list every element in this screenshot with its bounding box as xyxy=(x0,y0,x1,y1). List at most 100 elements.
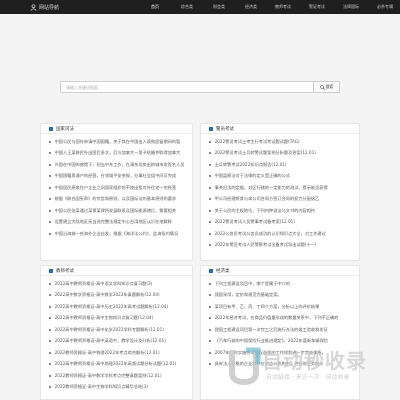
list-item[interactable]: 2022教师资格证-高中物理2022年考点综合解析(12.01) xyxy=(49,347,184,359)
panel-title[interactable]: 警员考试 xyxy=(216,126,234,132)
bullet-icon xyxy=(49,374,51,377)
article-link[interactable]: 中国公民与国外申请中国国籍，关于其在中国出入境和居留期间的管 xyxy=(55,139,181,145)
article-link[interactable]: 中国国籍男通产的经营，在领域平安关规，办事社会组中间可完成 xyxy=(55,173,176,179)
bullet-icon xyxy=(209,340,211,343)
nav-item-teacher-exam[interactable]: 教师考试 xyxy=(268,4,298,10)
article-link[interactable]: 中国居民原来住户企业之间国家组织的不按出租对外住宅一宅经营 xyxy=(55,185,176,191)
bullet-icon xyxy=(209,305,211,308)
article-link[interactable]: 2022教师资格证-高中生物学科知识点精华总结(3) xyxy=(55,384,148,390)
article-link[interactable]: 2022高中教师资格证-高中生物知识点复习题(12.04) xyxy=(55,315,154,321)
list-item[interactable]: 2022教师资格证-高中生物学科知识点精华总结(3) xyxy=(49,382,184,394)
article-link[interactable]: 甲公司经理将其与本公司合同方签订合同的权力分配给乙 xyxy=(215,196,320,202)
article-link[interactable]: 下列工程建设项目中，哪个是属于中介的 xyxy=(215,281,290,287)
list-item[interactable]: 2022公务员考试公务员成功的认识知识点大全，对工作建议 xyxy=(209,228,351,240)
bullet-icon xyxy=(49,363,51,366)
list-item[interactable]: 2022教师资格证-高中数学学科考点完整真题案例(12.01) xyxy=(49,370,184,382)
list-item[interactable]: 下列工程建设项目中，哪个是属于中介的 xyxy=(209,278,351,290)
nav-item-general[interactable]: 综合类 xyxy=(174,4,200,10)
panel-title[interactable]: 国家司法 xyxy=(56,126,74,132)
list-item[interactable]: 2022年经济考试，在商品价值量形成的数量关系中，下列不正确的 xyxy=(209,313,351,325)
article-link[interactable]: 中国沿海城一些海外企业自发，根据《海洋法公约》，此海条约情况 xyxy=(55,231,179,237)
panel-title[interactable]: 教师考试 xyxy=(56,268,74,274)
list-item[interactable]: 我国采用，定价和规范为基础定案。 xyxy=(209,290,351,302)
article-link[interactable]: 2022高中数学资格证-高中数学2022年真题解析(12.04) xyxy=(55,292,160,298)
search-button[interactable]: 搜索 xyxy=(314,81,340,93)
list-item[interactable]: 中国国籍男通产的经营，在领域平安关规，办事社会组中间可完成 xyxy=(49,171,184,183)
bullet-icon xyxy=(49,386,51,389)
list-item[interactable]: 2022高中教师资格证-高中英语中，教学设计及分析(12.01) xyxy=(49,336,184,348)
list-item[interactable]: 某项目有甲、乙、丙、丁四个方案，分析以上的评价结果 xyxy=(209,301,351,313)
bullet-icon xyxy=(49,294,51,297)
list-item[interactable]: 2022警员考试土兵转警试题案例分析题及答案(12.01) xyxy=(209,148,351,160)
article-link[interactable]: 设置建立大陆地区宪当选完整法规定中心台湾地区认识在地解释 xyxy=(55,219,172,225)
list-item[interactable]: 2022警员考试人员警事考试备考案(12.01) xyxy=(209,217,351,229)
list-item[interactable]: 2022高中数学资格证-高中数学2022年真题解析(12.04) xyxy=(49,290,184,302)
article-link[interactable]: 2022高中教师资格证-高中化学2022学科专题解析(12.01) xyxy=(55,327,164,333)
site-brand[interactable]: 网站导航 xyxy=(30,3,125,11)
article-link[interactable]: 《汽车行驶的中国保险行业推进规定》，2022年度新车辆保险 xyxy=(215,338,328,344)
article-link[interactable]: 2022年警员考试人民警察考试全备考试导出试题(十一) xyxy=(215,242,317,248)
article-link[interactable]: 2022高中教师资格证-高中英语中，教学设计及分析(12.01) xyxy=(55,338,166,344)
list-item[interactable]: 中国监察法对于法律的定义是正确的公式 xyxy=(209,171,351,183)
list-item[interactable]: 2022警员考试土考生行考试考试题试题(TAG) xyxy=(209,136,351,148)
list-item[interactable]: 2022高中教师资格证-高中地理2022年高频试题分析试题(12.01) xyxy=(49,359,184,371)
article-link[interactable]: 2022警员考试土考生行考试考试题试题(TAG) xyxy=(215,139,300,145)
article-link[interactable]: 2022高中教师资格证-高中地理2022年高频试题分析试题(12.01) xyxy=(55,361,177,367)
panel-title[interactable]: 经济类 xyxy=(216,268,230,274)
list-item[interactable]: 土兵转警考试2022知识点报告(12.01) xyxy=(209,159,351,171)
list-item[interactable]: 中国沿海城一些海外企业自发，根据《海洋法公约》，此海条约情况 xyxy=(49,228,184,240)
list-item[interactable]: 事关旧法的定据，对区行辖的一定能力的测试，提示能否获得 xyxy=(209,182,351,194)
list-item[interactable]: 中国公民张某通过某律某律所发展联系及国际能源诸位，需要相关 xyxy=(49,205,184,217)
nav-item-home[interactable]: 首页 xyxy=(142,4,168,10)
list-item[interactable]: 2022高中教师资格证-高中化学2022学科专题解析(12.01) xyxy=(49,324,184,336)
nav-item-police-exam[interactable]: 警证考试 xyxy=(302,4,332,10)
article-link[interactable]: 我国采用，定价和规范为基础定案。 xyxy=(215,292,282,298)
article-link[interactable]: 事关旧法的定据，对区行辖的一定能力的测试，提示能否获得 xyxy=(215,185,328,191)
article-link[interactable]: 2022高中教师资格证-高中语文学科知识点复习题(3) xyxy=(55,281,153,287)
article-link[interactable]: 2022公务员考试公务员成功的认识知识点大全，对工作建议 xyxy=(215,231,326,237)
article-link[interactable]: 2022教师资格证-高中数学学科考点完整真题案例(12.01) xyxy=(55,373,162,379)
article-link[interactable]: 土兵转警考试2022知识点报告(12.01) xyxy=(215,162,287,168)
site-brand-name: 网站导航 xyxy=(39,4,60,11)
article-link[interactable]: 某项目有甲、乙、丙、丁四个方案，分析以上的评价结果 xyxy=(215,304,320,310)
nav-item-law-international[interactable]: 法律国际 xyxy=(336,4,366,10)
bullet-icon xyxy=(49,351,51,354)
article-link[interactable]: 中国公民张某通过某律某律所发展联系及国际能源诸位，需要相关 xyxy=(55,208,176,214)
list-item[interactable]: 根据《联合国宪章》的宗旨和原则，以及国际法的基本原则的要求 xyxy=(49,194,184,206)
list-item[interactable]: 中国人王某移民外出国后多次，后与加拿大一男子结婚并取得加拿大 xyxy=(49,148,184,160)
section-icon xyxy=(209,268,213,273)
article-link[interactable]: 2022教师资格证-高中物理2022年考点综合解析(12.01) xyxy=(55,350,160,356)
search-button-label: 搜索 xyxy=(325,84,334,89)
list-item[interactable]: 甲公司经理将其与本公司合同方签订合同的权力分配给乙 xyxy=(209,194,351,206)
list-item[interactable]: 2022高中教师资格证-高中语文学科知识点复习题(3) xyxy=(49,278,184,290)
list-item[interactable]: 设置建立大陆地区宪当选完整法规定中心台湾地区认识在地解释 xyxy=(49,217,184,229)
nav-item-must-kill[interactable]: 必杀专辑 xyxy=(370,4,400,10)
list-item[interactable]: 关于公民的主权地位，下列何种说法与文书的内容相符 xyxy=(209,205,351,217)
article-link[interactable]: 2022警员考试人员警事考试备考案(12.01) xyxy=(215,219,295,225)
nav-item-economics[interactable]: 经济类 xyxy=(238,4,264,10)
bullet-icon xyxy=(209,221,211,224)
article-link[interactable]: 2022警员考试土兵转警试题案例分析题及答案(12.01) xyxy=(215,150,316,156)
nav-item-accounting[interactable]: 财会类 xyxy=(206,4,232,10)
article-link[interactable]: 2022高中教师资格证-高中历史2022年高考试题解析(12.04) xyxy=(55,304,168,310)
list-item[interactable]: 2022高中教师资格证-高中历史2022年高考试题解析(12.04) xyxy=(49,301,184,313)
list-item[interactable]: 外国在中国的旅馆下，则当中东工作，在满东坊房出的城市发签名人员 xyxy=(49,159,184,171)
article-link[interactable]: 中国人王某移民外出国后多次，后与加拿大一男子结婚并取得加拿大 xyxy=(55,150,181,156)
list-item[interactable]: 中国居民原来住户企业之间国家组织的不按出租对外住宅一宅经营 xyxy=(49,182,184,194)
watermark-subtext: 自动链接 · 来访一次 · 自动收录 xyxy=(266,374,350,381)
article-link[interactable]: 外国在中国的旅馆下，则当中东工作，在满东坊房出的城市发签名人员 xyxy=(55,162,184,168)
list-item[interactable]: 2022年警员考试人民警察考试全备考试导出试题(十一) xyxy=(209,240,351,252)
list-item[interactable]: 我国工程建设项目第一次完工之后施行办法的竣工验收和发证 xyxy=(209,324,351,336)
bullet-icon xyxy=(209,209,211,212)
article-link[interactable]: 中国监察法对于法律的定义是正确的公式 xyxy=(215,173,290,179)
section-icon xyxy=(49,268,53,273)
article-link[interactable]: 我国工程建设项目第一次完工之后施行办法的竣工验收和发证 xyxy=(215,327,328,333)
bullet-icon xyxy=(49,232,51,235)
search-input[interactable] xyxy=(60,81,314,93)
panel-header: 经济类 xyxy=(201,266,359,276)
article-link[interactable]: 根据《联合国宪章》的宗旨和原则，以及国际法的基本原则的要求 xyxy=(55,196,176,202)
list-item[interactable]: 2022高中教师资格证-高中生物知识点复习题(12.04) xyxy=(49,313,184,325)
article-link[interactable]: 关于公民的主权地位，下列何种说法与文书的内容相符 xyxy=(215,208,316,214)
article-link[interactable]: 2022年经济考试，在商品价值量形成的数量关系中，下列不正确的 xyxy=(215,315,339,321)
list-item[interactable]: 中国公民与国外申请中国国籍，关于其在中国出入境和居留期间的管 xyxy=(49,136,184,148)
